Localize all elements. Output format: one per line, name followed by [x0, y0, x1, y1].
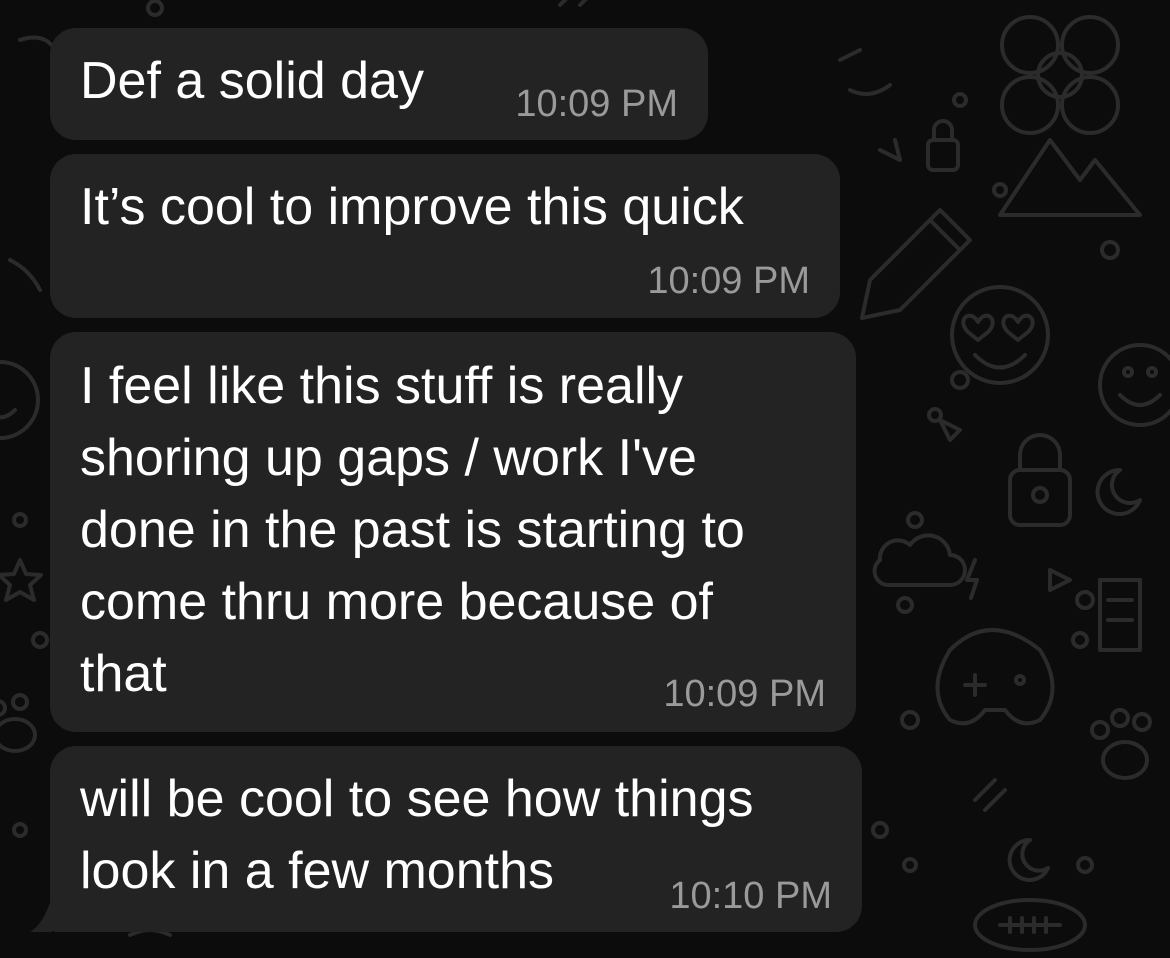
smiley-icon	[0, 360, 40, 440]
lock-icon	[926, 119, 960, 172]
pencil-icon	[860, 208, 972, 320]
smiley-icon	[1098, 343, 1170, 427]
paw-icon	[1090, 708, 1152, 780]
star-icon	[0, 558, 43, 602]
message-text: Def a solid day	[80, 52, 424, 110]
message-text: I feel like this stuff is really shoring…	[80, 357, 745, 703]
message-bubble[interactable]: will be cool to see how things look in a…	[50, 746, 862, 932]
football-icon	[973, 898, 1087, 952]
flower-icon	[1000, 15, 1120, 135]
message-bubble[interactable]: I feel like this stuff is really shoring…	[50, 332, 856, 732]
message-timestamp: 10:09 PM	[515, 83, 678, 125]
paw-icon	[0, 693, 37, 753]
message-timestamp: 10:09 PM	[663, 673, 826, 715]
message-text: It’s cool to improve this quick	[80, 178, 744, 236]
mountain-icon	[998, 138, 1142, 217]
chat-window: Def a solid day 10:09 PM It’s cool to im…	[0, 0, 1170, 958]
bubble-tail	[30, 896, 52, 932]
smiley-icon	[950, 285, 1050, 385]
moon-icon	[1095, 467, 1142, 516]
message-bubble[interactable]: It’s cool to improve this quick 10:09 PM	[50, 154, 840, 318]
lock-icon	[1008, 433, 1072, 527]
message-text: will be cool to see how things look in a…	[80, 770, 754, 900]
cloud-icon	[872, 533, 967, 588]
controller-icon	[935, 628, 1055, 726]
message-timestamp: 10:10 PM	[669, 875, 832, 917]
moon-icon	[1007, 837, 1050, 882]
message-bubble[interactable]: Def a solid day 10:09 PM	[50, 28, 708, 140]
message-timestamp: 10:09 PM	[647, 260, 810, 302]
